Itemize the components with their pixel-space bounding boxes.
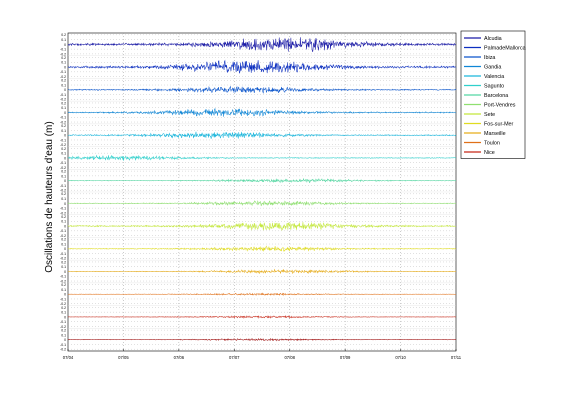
y-tick-label: 0.2 xyxy=(61,124,66,128)
x-tick-label: 07/07 xyxy=(229,355,240,360)
y-tick-label: 0.2 xyxy=(61,238,66,242)
y-tick-label: 0 xyxy=(64,88,66,92)
y-tick-label: 0.2 xyxy=(61,147,66,151)
y-tick-label: -0.1 xyxy=(60,138,66,142)
legend-entry-label: Valencia xyxy=(484,74,504,80)
y-tick-label: -0.1 xyxy=(60,70,66,74)
y-tick-label: 0.1 xyxy=(61,333,66,337)
y-tick-label: 0 xyxy=(64,111,66,115)
y-tick-label: 0 xyxy=(64,43,66,47)
y-tick-label: 0.2 xyxy=(61,283,66,287)
y-tick-label: 0.1 xyxy=(61,220,66,224)
y-tick-label: 0.2 xyxy=(61,260,66,264)
y-tick-label: 0.1 xyxy=(61,61,66,65)
y-tick-label: 0.1 xyxy=(61,311,66,315)
y-tick-label: -0.1 xyxy=(60,320,66,324)
y-tick-label: 0 xyxy=(64,156,66,160)
y-tick-label: 0.1 xyxy=(61,288,66,292)
legend-entry-label: Toulon xyxy=(484,141,500,147)
y-tick-label: 0 xyxy=(64,179,66,183)
y-tick-label: -0.1 xyxy=(60,275,66,279)
y-axis-label: Oscillations de hauteurs d'eau (m) xyxy=(44,121,55,272)
y-tick-label: 0.1 xyxy=(61,197,66,201)
y-tick-label: 0 xyxy=(64,270,66,274)
y-tick-label: -0.1 xyxy=(60,207,66,211)
y-tick-label: 0.2 xyxy=(61,56,66,60)
y-tick-label: 0 xyxy=(64,338,66,342)
legend-entry-label: Fos-sur-Mer xyxy=(484,122,514,128)
tide-oscillation-figure: 0.20.10-0.1-0.20.20.10-0.1-0.20.20.10-0.… xyxy=(0,0,580,404)
legend-entry-label: Nice xyxy=(484,150,495,156)
y-tick-label: -0.1 xyxy=(60,252,66,256)
y-tick-label: 0.2 xyxy=(61,33,66,37)
legend-entry-label: PalmadeMallorca xyxy=(484,46,526,52)
x-tick-label: 07/11 xyxy=(451,355,462,360)
y-tick-label: 0 xyxy=(64,202,66,206)
y-tick-label: 0 xyxy=(64,315,66,319)
y-tick-label: 0.2 xyxy=(61,79,66,83)
y-tick-label: 0 xyxy=(64,247,66,251)
legend-entry-label: Port-Vendres xyxy=(484,103,516,109)
y-tick-label: -0.1 xyxy=(60,93,66,97)
y-tick-label: -0.1 xyxy=(60,229,66,233)
x-tick-label: 07/10 xyxy=(395,355,406,360)
y-tick-label: -0.2 xyxy=(60,348,66,352)
y-tick-label: 0 xyxy=(64,293,66,297)
y-tick-label: -0.1 xyxy=(60,184,66,188)
y-tick-label: 0.2 xyxy=(61,170,66,174)
y-tick-label: -0.1 xyxy=(60,48,66,52)
y-tick-label: 0.2 xyxy=(61,101,66,105)
y-tick-label: -0.1 xyxy=(60,297,66,301)
legend-entry-label: Sete xyxy=(484,112,495,118)
x-tick-label: 07/05 xyxy=(118,355,129,360)
y-tick-label: 0.2 xyxy=(61,215,66,219)
legend-entry-label: Gandia xyxy=(484,65,501,71)
y-tick-label: 0 xyxy=(64,134,66,138)
y-tick-label: 0.1 xyxy=(61,129,66,133)
legend-entry-label: Ibiza xyxy=(484,55,495,61)
y-tick-label: 0.2 xyxy=(61,329,66,333)
legend-entry-label: Marseille xyxy=(484,131,506,137)
y-tick-label: 0.1 xyxy=(61,174,66,178)
y-tick-label: 0.1 xyxy=(61,265,66,269)
x-tick-label: 07/04 xyxy=(63,355,74,360)
legend-entry-label: Barcelona xyxy=(484,93,508,99)
y-tick-label: 0.1 xyxy=(61,106,66,110)
y-tick-label: -0.1 xyxy=(60,161,66,165)
y-tick-label: 0.2 xyxy=(61,306,66,310)
y-tick-label: -0.1 xyxy=(60,116,66,120)
y-tick-label: 0 xyxy=(64,65,66,69)
y-tick-label: 0 xyxy=(64,224,66,228)
y-tick-label: 0.2 xyxy=(61,192,66,196)
y-tick-label: 0.1 xyxy=(61,38,66,42)
x-tick-label: 07/09 xyxy=(340,355,351,360)
y-tick-label: 0.1 xyxy=(61,83,66,87)
y-tick-label: 0.1 xyxy=(61,242,66,246)
legend-entry-label: Sagunto xyxy=(484,84,504,90)
legend: Alcudia PalmadeMallorca Ibiza Gandia Valenci… xyxy=(460,30,526,159)
y-tick-label: -0.1 xyxy=(60,343,66,347)
legend-entry-label: Alcudia xyxy=(484,36,502,42)
y-tick-label: 0.1 xyxy=(61,152,66,156)
x-tick-label: 07/08 xyxy=(284,355,295,360)
x-tick-label: 07/06 xyxy=(174,355,185,360)
